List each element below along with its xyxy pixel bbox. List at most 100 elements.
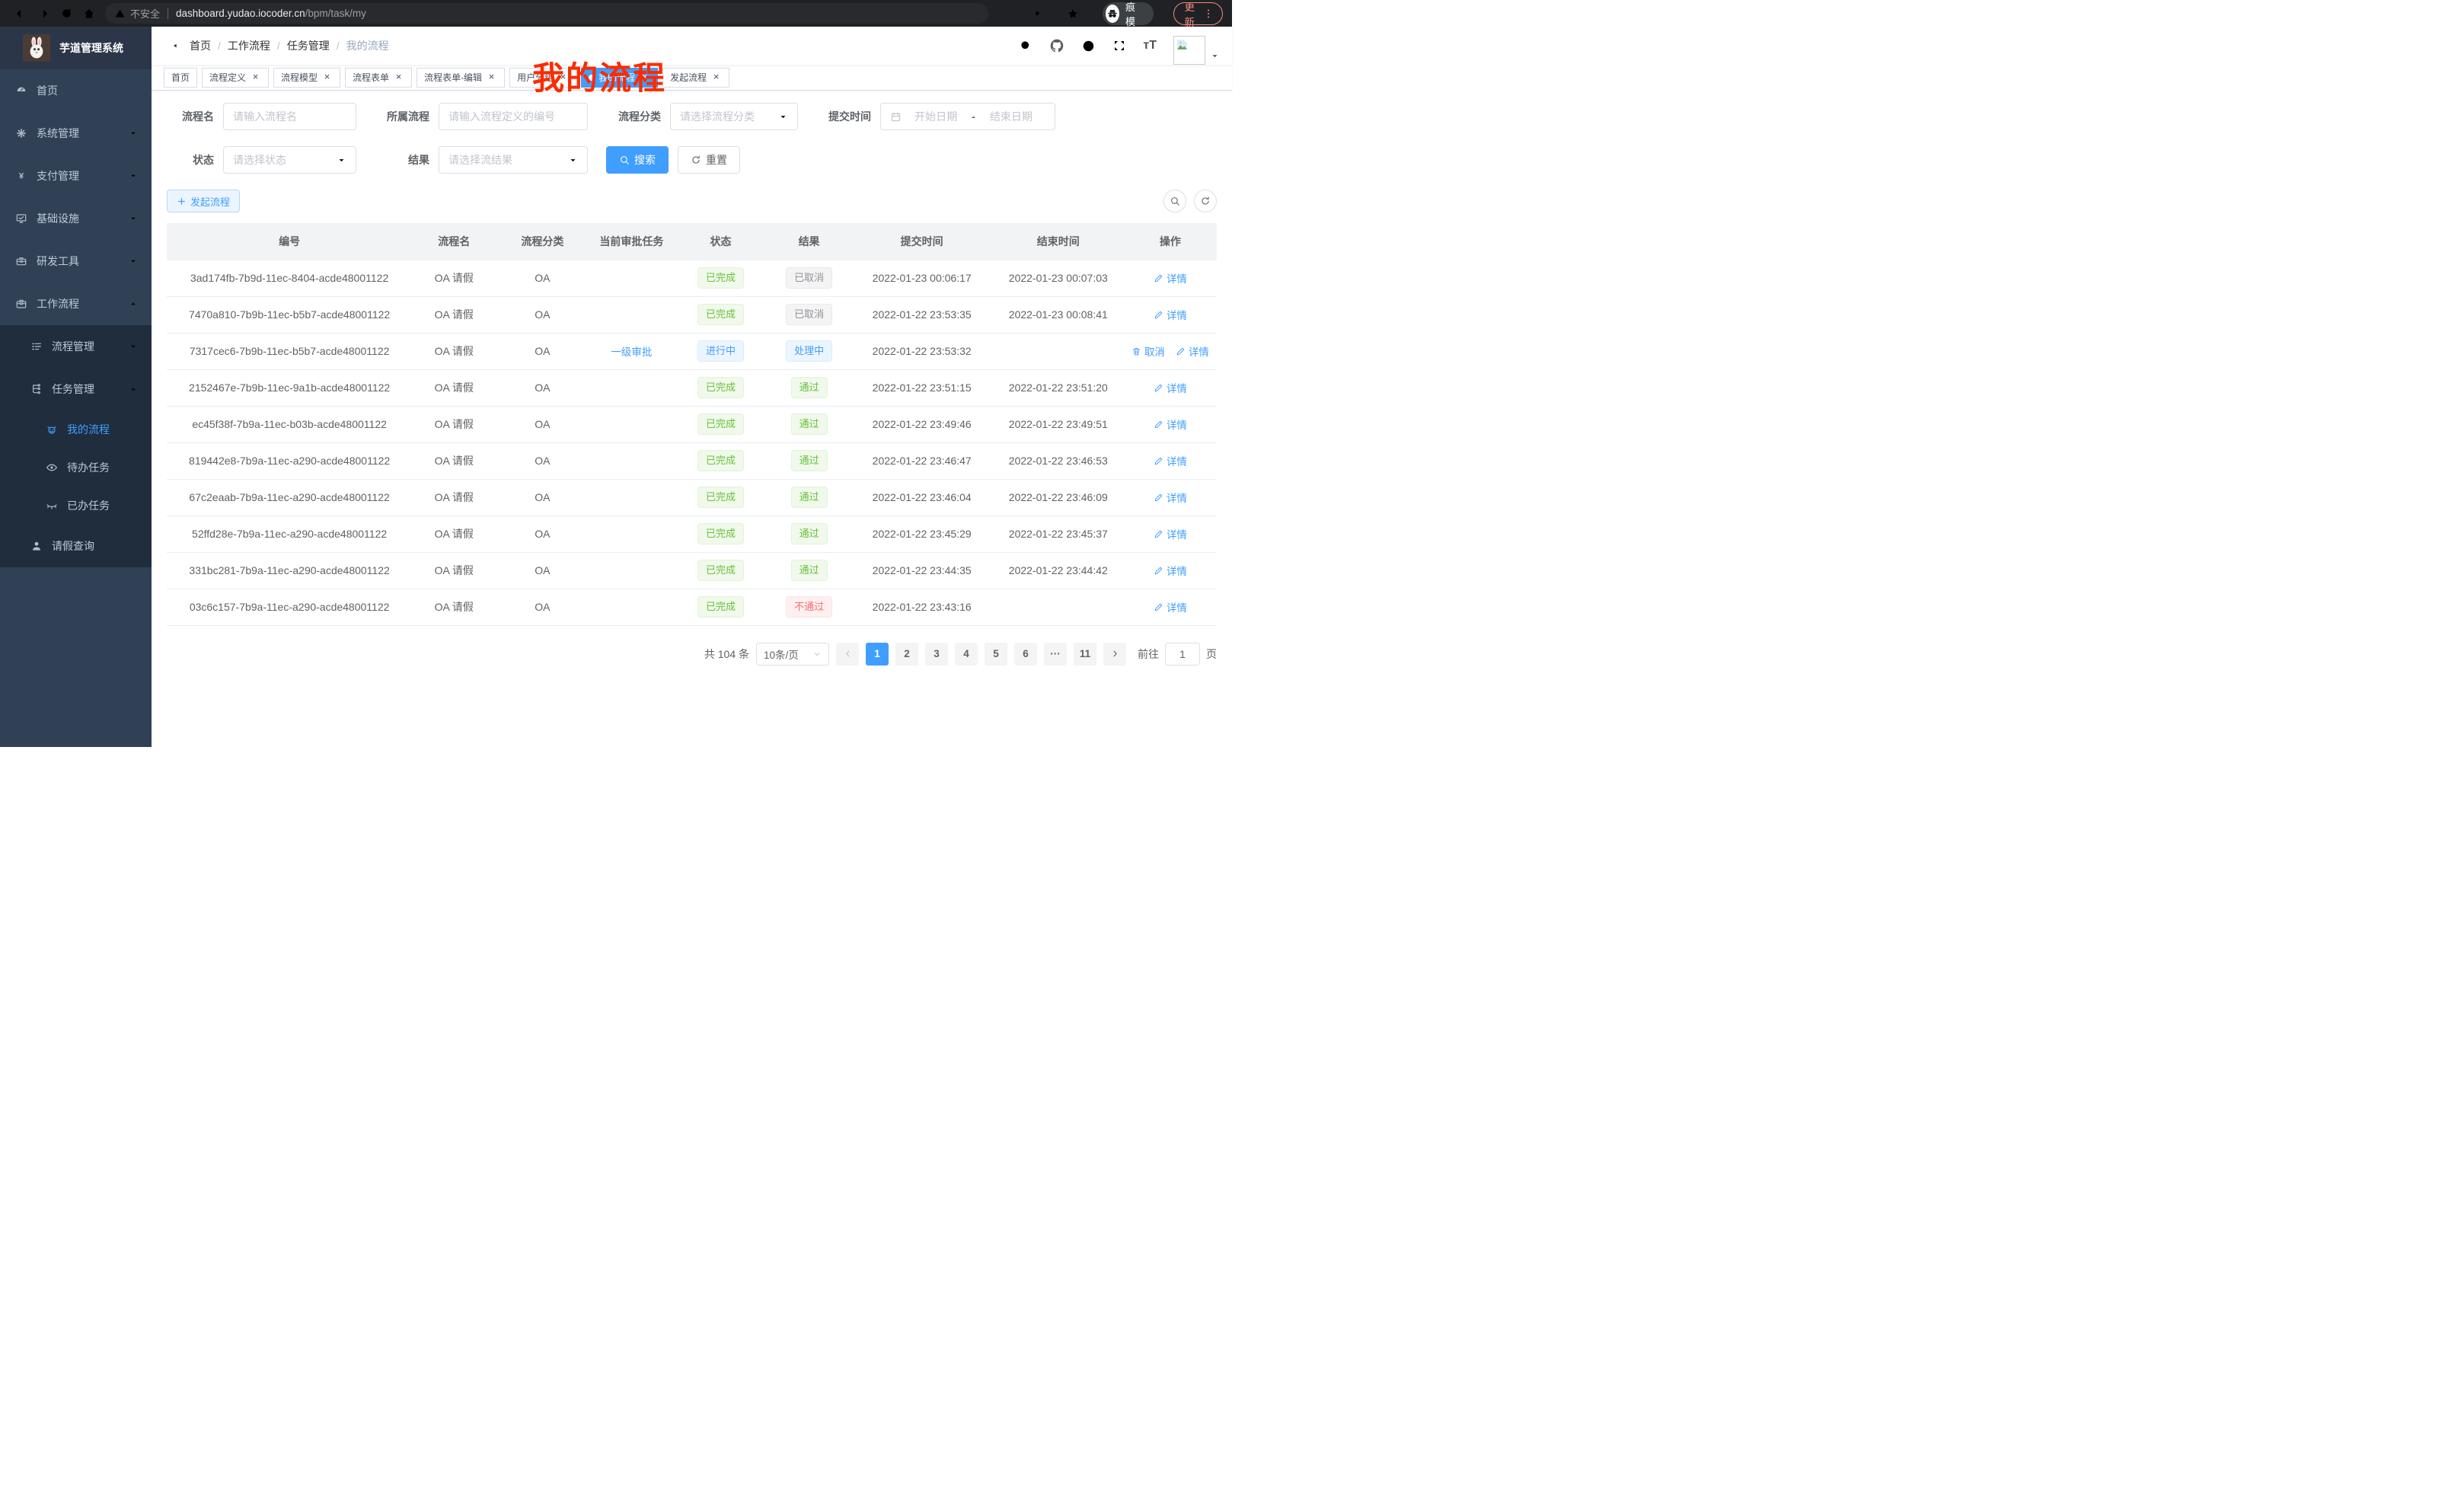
fullscreen-icon[interactable] (1112, 39, 1126, 53)
sidebar-item-process-manage[interactable]: 流程管理 (0, 325, 152, 368)
detail-action[interactable]: 详情 (1154, 490, 1187, 505)
process-name-input[interactable] (223, 103, 356, 130)
pen-icon (1154, 383, 1163, 393)
pager-page-3[interactable]: 3 (925, 643, 948, 666)
pen-icon (1154, 602, 1163, 612)
close-icon[interactable]: × (250, 72, 261, 83)
tab-start-process[interactable]: 发起流程× (662, 68, 729, 88)
sidebar-item-todo-task[interactable]: 待办任务 (0, 449, 152, 487)
detail-action[interactable]: 详情 (1154, 453, 1187, 468)
pager-pages: 123456 ··· 11 (866, 643, 1096, 666)
tab-process-definition[interactable]: 流程定义× (202, 68, 269, 88)
pager-page-1[interactable]: 1 (866, 643, 889, 666)
sidebar-item-label: 待办任务 (67, 460, 110, 475)
goto-label: 前往 (1138, 646, 1159, 662)
prev-page-button[interactable] (836, 643, 859, 666)
parent-process-input[interactable] (439, 103, 588, 130)
refresh-table-button[interactable] (1194, 190, 1217, 212)
pager-page-6[interactable]: 6 (1014, 643, 1037, 666)
bookmark-star-icon[interactable] (1061, 3, 1084, 24)
sidebar-item-system[interactable]: 系统管理 (0, 112, 152, 155)
tab-user-group[interactable]: 用户分组× (509, 68, 576, 88)
pager-page-11[interactable]: 11 (1074, 643, 1096, 666)
tab-process-model[interactable]: 流程模型× (273, 68, 340, 88)
back-icon[interactable] (9, 3, 32, 24)
dashboard-icon (15, 85, 27, 97)
status-select[interactable]: 请选择状态 (223, 146, 356, 174)
sidebar-item-payment[interactable]: ¥支付管理 (0, 155, 152, 197)
reload-icon[interactable] (55, 3, 78, 24)
page-size-select[interactable]: 10条/页 (756, 643, 829, 666)
chevron-down-icon (568, 155, 578, 165)
font-size-icon[interactable]: тT (1143, 39, 1157, 53)
reset-button[interactable]: 重置 (678, 146, 740, 174)
current-task-link[interactable]: 一级审批 (611, 343, 652, 359)
close-icon[interactable]: × (639, 72, 650, 83)
chrome-update-button[interactable]: 更新 (1173, 2, 1224, 25)
github-icon[interactable] (1049, 38, 1064, 53)
address-bar[interactable]: 不安全 dashboard.yudao.iocoder.cn/bpm/task/… (105, 3, 988, 24)
help-icon[interactable] (1081, 39, 1096, 53)
goto-page-input[interactable] (1165, 643, 1200, 666)
breadcrumb-item[interactable]: 工作流程 (228, 38, 270, 53)
category-select[interactable]: 请选择流程分类 (670, 103, 798, 130)
close-icon[interactable]: × (486, 72, 497, 83)
process-id: 331bc281-7b9a-11ec-a290-acde48001122 (189, 564, 389, 576)
breadcrumb-item[interactable]: 首页 (190, 38, 211, 53)
status-badge: 已完成 (697, 413, 744, 435)
cancel-action[interactable]: 取消 (1131, 343, 1165, 359)
sidebar-item-my-process[interactable]: 我的流程 (0, 410, 152, 449)
submit-time: 2022-01-22 23:45:29 (873, 528, 972, 540)
result-select[interactable]: 请选择流结果 (439, 146, 588, 174)
sidebar-item-infrastructure[interactable]: 基础设施 (0, 197, 152, 240)
app-logo[interactable]: 芋道管理系统 (0, 27, 152, 69)
detail-action[interactable]: 详情 (1154, 563, 1187, 578)
sidebar-item-task-manage[interactable]: 任务管理 (0, 368, 152, 410)
submit-time-range-picker[interactable]: 开始日期 - 结束日期 (880, 103, 1055, 130)
pager-page-2[interactable]: 2 (895, 643, 918, 666)
status-badge: 已完成 (697, 450, 744, 471)
tab-label: 流程表单-编辑 (424, 71, 482, 84)
sidebar-item-leave-query[interactable]: 请假查询 (0, 525, 152, 567)
detail-action[interactable]: 详情 (1154, 526, 1187, 541)
tab-my-process[interactable]: 我的流程× (581, 68, 658, 88)
tab-home[interactable]: 首页 (164, 68, 197, 88)
logo-rabbit-image (23, 34, 50, 62)
status-badge: 已完成 (697, 487, 744, 508)
toolbox-icon (15, 255, 27, 267)
password-key-icon[interactable] (1028, 3, 1051, 24)
search-icon[interactable] (1019, 39, 1033, 53)
detail-action[interactable]: 详情 (1176, 343, 1209, 359)
detail-action[interactable]: 详情 (1154, 380, 1187, 395)
close-icon[interactable]: × (557, 72, 569, 83)
tab-process-form[interactable]: 流程表单× (345, 68, 412, 88)
user-avatar-menu[interactable] (1173, 36, 1220, 65)
process-id: 2152467e-7b9b-11ec-9a1b-acde48001122 (189, 381, 390, 394)
show-search-button[interactable] (1163, 190, 1186, 212)
kebab-menu-icon[interactable] (1202, 8, 1214, 20)
breadcrumb-item[interactable]: 任务管理 (287, 38, 330, 53)
search-button[interactable]: 搜索 (606, 146, 669, 174)
close-icon[interactable]: × (710, 72, 722, 83)
home-icon[interactable] (78, 3, 101, 24)
start-process-button[interactable]: 发起流程 (167, 190, 240, 212)
sidebar-item-home[interactable]: 首页 (0, 69, 152, 112)
next-page-button[interactable] (1103, 643, 1126, 666)
pager-more[interactable]: ··· (1044, 643, 1067, 666)
tab-process-form-edit[interactable]: 流程表单-编辑 × (417, 68, 505, 88)
pager-page-5[interactable]: 5 (985, 643, 1007, 666)
detail-action[interactable]: 详情 (1154, 599, 1187, 615)
detail-action[interactable]: 详情 (1154, 417, 1187, 432)
close-icon[interactable]: × (393, 72, 404, 83)
sidebar-item-done-task[interactable]: 已办任务 (0, 487, 152, 525)
detail-action[interactable]: 详情 (1154, 270, 1187, 286)
end-time: 2022-01-23 00:08:41 (1009, 308, 1108, 321)
detail-action[interactable]: 详情 (1154, 307, 1187, 322)
avatar[interactable] (1173, 36, 1205, 65)
sidebar-item-workflow[interactable]: 工作流程 (0, 283, 152, 325)
sidebar-toggle-icon[interactable] (164, 38, 179, 53)
pager-page-4[interactable]: 4 (955, 643, 978, 666)
close-icon[interactable]: × (321, 72, 333, 83)
sidebar-item-dev-tools[interactable]: 研发工具 (0, 240, 152, 283)
forward-icon[interactable] (32, 3, 55, 24)
